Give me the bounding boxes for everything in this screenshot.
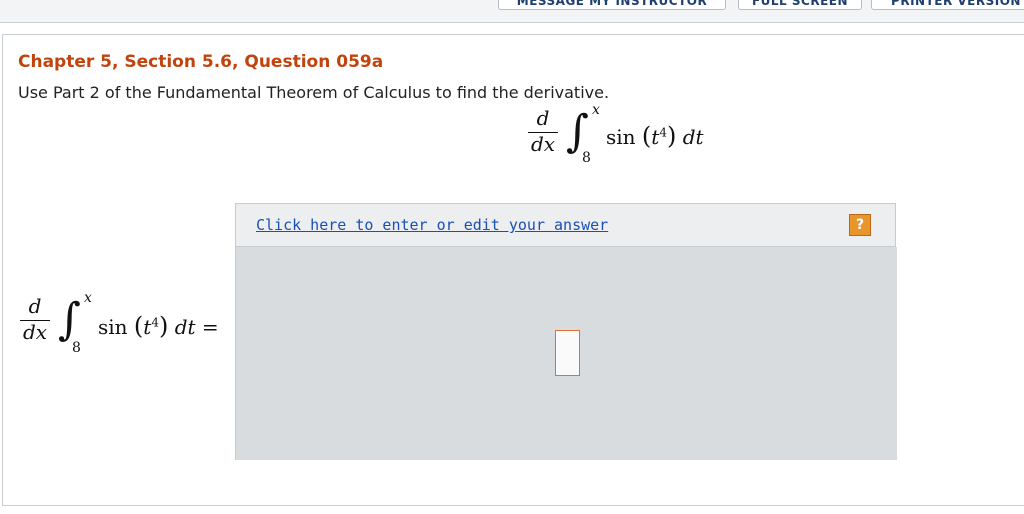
top-toolbar: MESSAGE MY INSTRUCTOR FULL SCREEN PRINTE… (0, 0, 1024, 23)
enter-answer-link[interactable]: Click here to enter or edit your answer (256, 216, 608, 234)
equals-sign: = (201, 315, 219, 339)
integrand-exponent: 4 (151, 315, 159, 330)
printer-version-button[interactable]: PRINTER VERSION (871, 0, 1024, 10)
answer-input-box[interactable] (555, 330, 580, 376)
integrand: sin (t4) dt = (98, 312, 219, 340)
answer-area (235, 247, 897, 460)
derivative-numerator: d (28, 294, 42, 318)
full-screen-button[interactable]: FULL SCREEN (738, 0, 862, 10)
integrand: sin (t4) dt (606, 122, 704, 150)
sin-function: sin (98, 315, 128, 339)
differential: dt (682, 125, 704, 149)
help-icon[interactable]: ? (849, 214, 871, 236)
integral-sign: ∫ (566, 106, 589, 157)
problem-expression: d dx ∫ x 8 sin (t4) dt (520, 102, 720, 170)
derivative-denominator: dx (22, 320, 48, 344)
message-instructor-button[interactable]: MESSAGE MY INSTRUCTOR (498, 0, 726, 10)
differential: dt (174, 315, 196, 339)
derivative-numerator: d (536, 106, 550, 130)
lower-limit: 8 (72, 340, 81, 356)
derivative-operator: d dx (528, 106, 558, 166)
integral-sign: ∫ (58, 294, 81, 345)
lower-limit: 8 (582, 150, 591, 166)
answer-expression: d dx ∫ x 8 sin (t4) dt = (14, 290, 229, 362)
chapter-title: Chapter 5, Section 5.6, Question 059a (18, 52, 384, 72)
upper-limit: x (84, 290, 92, 306)
upper-limit: x (592, 102, 600, 118)
question-prompt: Use Part 2 of the Fundamental Theorem of… (18, 83, 610, 102)
derivative-denominator: dx (530, 132, 556, 156)
integrand-exponent: 4 (659, 125, 667, 140)
sin-function: sin (606, 125, 636, 149)
derivative-operator: d dx (20, 294, 50, 354)
answer-header: Click here to enter or edit your answer … (235, 203, 896, 247)
